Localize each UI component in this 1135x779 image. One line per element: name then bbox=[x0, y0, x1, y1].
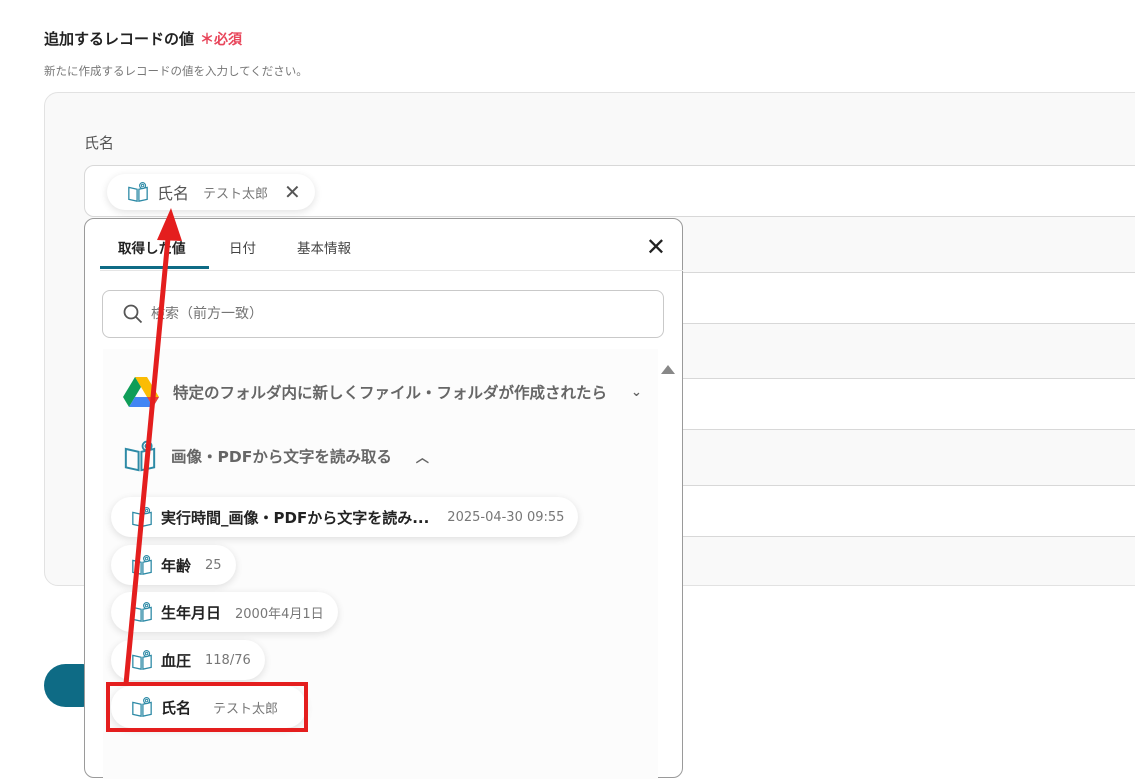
tab-basic-info[interactable]: 基本情報 bbox=[297, 237, 351, 257]
section-title-text: 追加するレコードの値 bbox=[44, 30, 195, 48]
close-icon[interactable]: ✕ bbox=[646, 235, 666, 259]
item-key: 年齢 bbox=[161, 556, 192, 575]
tab-divider bbox=[100, 270, 683, 271]
item-key: 実行時間_画像・PDFから文字を読み... bbox=[161, 508, 430, 527]
active-tab-indicator bbox=[100, 266, 209, 269]
tab-acquired-values[interactable]: 取得した値 bbox=[118, 237, 186, 257]
annotation-highlight-box bbox=[106, 682, 308, 732]
item-value: 2000年4月1日 bbox=[235, 606, 324, 622]
ocr-book-icon bbox=[131, 554, 153, 576]
tab-date[interactable]: 日付 bbox=[229, 237, 256, 257]
ocr-book-icon bbox=[131, 506, 153, 528]
list-item[interactable]: 年齢 25 bbox=[111, 545, 236, 585]
item-value: 118/76 bbox=[205, 652, 251, 668]
chevron-down-icon: ⌄ bbox=[631, 384, 642, 400]
chip-value: テスト太郎 bbox=[203, 186, 269, 202]
field-label-name: 氏名 bbox=[84, 134, 115, 152]
item-key: 血圧 bbox=[161, 651, 192, 670]
ocr-book-icon bbox=[131, 601, 153, 623]
ocr-book-icon bbox=[123, 439, 157, 473]
selected-value-chip[interactable]: 氏名 テスト太郎 ✕ bbox=[107, 174, 315, 210]
scroll-up-arrow[interactable] bbox=[661, 365, 675, 374]
list-item[interactable]: 実行時間_画像・PDFから文字を読み... 2025-04-30 09:55 bbox=[111, 497, 579, 537]
search-icon bbox=[123, 304, 143, 324]
group-google-drive-trigger[interactable]: 特定のフォルダ内に新しくファイル・フォルダが作成されたら ⌄ bbox=[123, 376, 642, 408]
chevron-up-icon: ︿ bbox=[415, 450, 429, 466]
list-item[interactable]: 生年月日 2000年4月1日 bbox=[111, 592, 338, 632]
item-key: 生年月日 bbox=[161, 603, 222, 622]
search-box[interactable] bbox=[102, 290, 664, 338]
group-title: 特定のフォルダ内に新しくファイル・フォルダが作成されたら bbox=[173, 384, 608, 402]
group-ocr[interactable]: 画像・PDFから文字を読み取る ︿ bbox=[123, 439, 429, 473]
remove-chip-icon[interactable]: ✕ bbox=[284, 180, 301, 204]
item-value: 25 bbox=[205, 557, 222, 573]
required-badge: ＊必須 bbox=[200, 32, 243, 48]
section-description: 新たに作成するレコードの値を入力してください。 bbox=[44, 64, 308, 78]
group-title: 画像・PDFから文字を読み取る bbox=[171, 448, 392, 466]
search-input[interactable] bbox=[151, 306, 631, 322]
item-value: 2025-04-30 09:55 bbox=[447, 509, 565, 525]
ocr-book-icon bbox=[127, 181, 149, 203]
chip-key: 氏名 bbox=[157, 184, 190, 203]
name-input[interactable]: 氏名 テスト太郎 ✕ bbox=[84, 165, 1135, 217]
section-title: 追加するレコードの値 ＊必須 bbox=[44, 28, 242, 49]
google-drive-icon bbox=[123, 377, 159, 407]
list-item[interactable]: 血圧 118/76 bbox=[111, 640, 265, 680]
ocr-book-icon bbox=[131, 649, 153, 671]
